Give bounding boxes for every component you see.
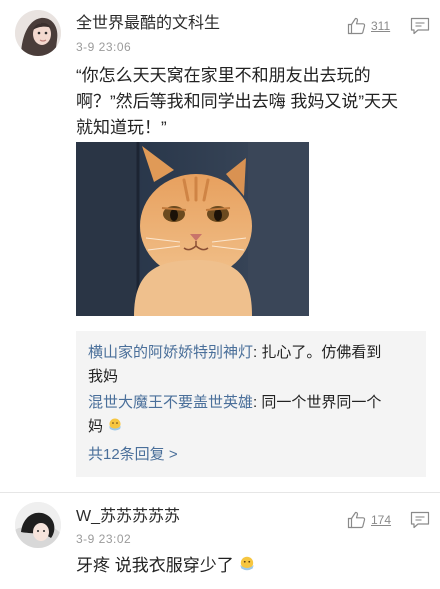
like-count[interactable]: 174 <box>371 513 391 528</box>
reply-bubble-icon[interactable] <box>410 17 430 35</box>
comment-text: 牙疼 说我衣服穿少了 <box>76 553 406 579</box>
comment-timestamp: 3-9 23:06 <box>76 40 132 54</box>
comment-text: “你怎么天天窝在家里不和朋友出去玩的 啊？”然后等我和同学出去嗨 我妈又说”天天… <box>76 63 406 141</box>
reply-item: 横山家的阿娇娇特别神灯: 扎心了。仿佛看到 我妈 <box>88 341 418 389</box>
reply-box: 横山家的阿娇娇特别神灯: 扎心了。仿佛看到 我妈 混世大魔王不要盖世英雄: 同一… <box>76 331 426 477</box>
avatar-image <box>15 502 61 548</box>
thumbs-up-icon[interactable] <box>347 17 366 35</box>
like-count[interactable]: 311 <box>371 19 390 34</box>
divider <box>0 492 440 493</box>
reply-username[interactable]: 横山家的阿娇娇特别神灯 <box>88 344 253 361</box>
comment-timestamp: 3-9 23:02 <box>76 532 132 546</box>
avatar-image <box>15 10 61 56</box>
comment-text-line: “你怎么天天窝在家里不和朋友出去玩的 <box>76 66 371 85</box>
comment-username[interactable]: W_苏苏苏苏苏 <box>76 507 180 527</box>
avatar[interactable] <box>15 10 61 56</box>
cat-photo[interactable] <box>76 142 309 316</box>
comment-text-line: 牙疼 说我衣服穿少了 <box>76 556 234 575</box>
comment-text-line: 就知道玩！” <box>76 118 167 137</box>
comment-username[interactable]: 全世界最酷的文科生 <box>76 14 220 34</box>
more-replies-link[interactable]: 共12条回复 > <box>88 445 178 465</box>
reply-text: 妈 <box>88 418 104 435</box>
face-mask-emoji-icon <box>240 556 255 571</box>
face-mask-emoji-icon <box>109 418 122 431</box>
reply-bubble-icon[interactable] <box>410 511 430 529</box>
thumbs-up-icon[interactable] <box>347 511 366 529</box>
reply-text: 我妈 <box>88 368 119 385</box>
reply-text: : 扎心了。仿佛看到 <box>253 344 382 361</box>
reply-item: 混世大魔王不要盖世英雄: 同一个世界同一个 妈 <box>88 391 418 439</box>
comment-text-line: 啊？”然后等我和同学出去嗨 我妈又说”天天 <box>76 92 399 111</box>
comment-feed: 全世界最酷的文科生 3-9 23:06 311 “你怎么天天窝在家里不和朋友出去… <box>0 0 440 589</box>
reply-username[interactable]: 混世大魔王不要盖世英雄 <box>88 394 253 411</box>
reply-text: : 同一个世界同一个 <box>253 394 382 411</box>
cat-photo-image <box>76 142 309 316</box>
avatar[interactable] <box>15 502 61 548</box>
